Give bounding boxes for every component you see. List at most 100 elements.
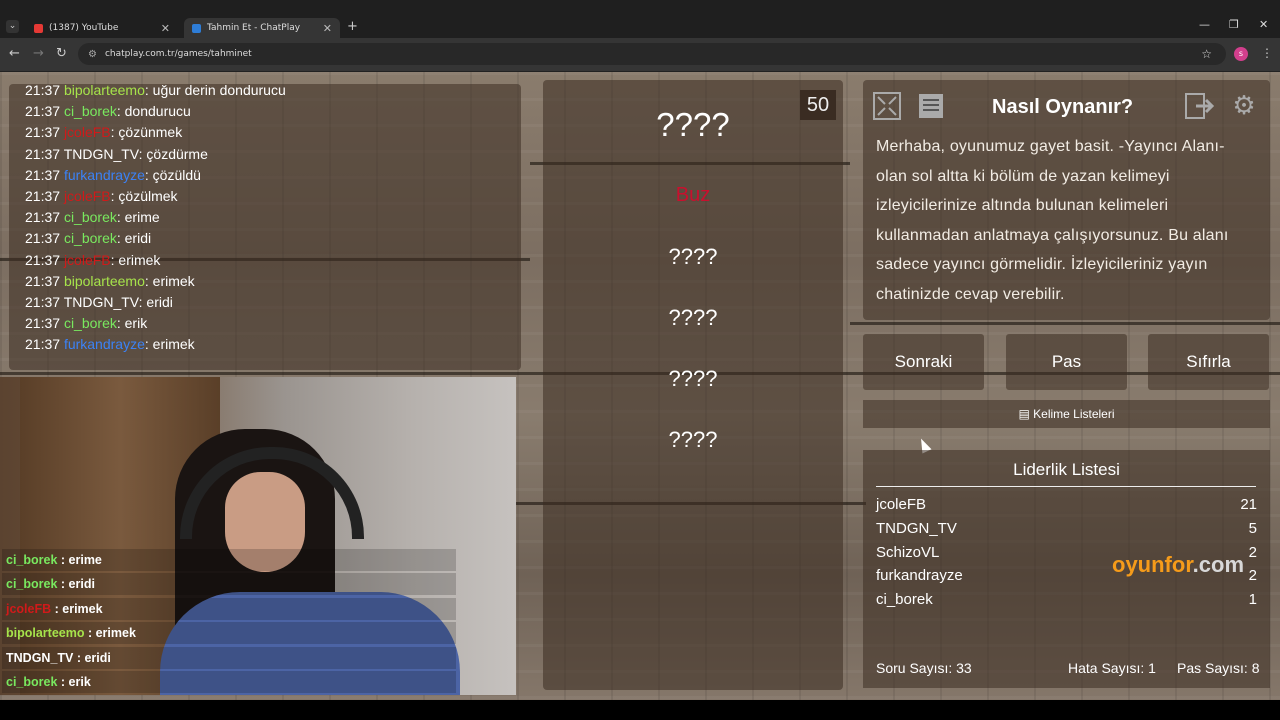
- leaderboard-points: 21: [1240, 496, 1257, 513]
- chat-time: 21:37: [25, 336, 61, 353]
- cam-chat-line: ci_borek : eridi: [2, 573, 456, 596]
- chat-time: 21:37: [25, 166, 61, 183]
- chat-username[interactable]: bipolarteemo: [64, 84, 145, 98]
- chat-username[interactable]: jcoleFB: [64, 124, 111, 140]
- leaderboard-row: jcoleFB 21: [876, 496, 1257, 513]
- chat-username[interactable]: ci_borek: [64, 209, 117, 225]
- forbidden-word-4: ????: [668, 427, 718, 452]
- chat-text: eridi: [124, 230, 152, 247]
- document-icon[interactable]: [916, 91, 946, 121]
- chat-time: 21:37: [25, 230, 61, 247]
- address-bar: ← → ↻ ⚙ chatplay.com.tr/games/tahminet ☆…: [0, 38, 1280, 72]
- chat-username[interactable]: TNDGN_TV: [64, 294, 139, 310]
- cam-chat-username: bipolarteemo: [6, 626, 85, 641]
- chat-text: erik: [124, 315, 148, 332]
- leaderboard-points: 1: [1248, 591, 1257, 609]
- game-page: 21:37 bipolarteemo: uğur derin dondurucu…: [0, 72, 1280, 700]
- chat-text: çözüldü: [152, 166, 201, 183]
- chat-text: çözünmek: [118, 124, 183, 141]
- chat-message: 21:37 TNDGN_TV: çözdürme: [25, 145, 208, 162]
- pass-button[interactable]: Pas: [1006, 334, 1127, 390]
- cam-chat-text: erimek: [62, 601, 103, 616]
- cam-chat-username: ci_borek: [6, 577, 58, 592]
- forward-icon[interactable]: →: [33, 46, 44, 61]
- question-count: Soru Sayısı: 33: [876, 660, 972, 676]
- chat-username[interactable]: ci_borek: [64, 315, 117, 331]
- profile-avatar[interactable]: s: [1234, 47, 1248, 61]
- chat-username[interactable]: jcoleFB: [64, 252, 111, 268]
- back-icon[interactable]: ←: [9, 46, 20, 61]
- chat-text: erime: [124, 209, 160, 226]
- chat-text: erimek: [152, 272, 195, 289]
- pass-count: Pas Sayısı: 8: [1177, 660, 1260, 676]
- error-count: Hata Sayısı: 1: [1068, 660, 1156, 676]
- cam-chat-line: ci_borek : erime: [2, 549, 456, 571]
- word-lists-button[interactable]: ▤ Kelime Listeleri: [863, 400, 1270, 428]
- cam-chat-line: bipolarteemo : erimek: [2, 622, 456, 645]
- chat-text: erimek: [118, 251, 161, 268]
- tab-youtube[interactable]: (1387) YouTube ✕: [26, 18, 178, 38]
- chat-username[interactable]: ci_borek: [64, 230, 117, 246]
- secret-word: ????: [656, 106, 730, 143]
- close-tab-icon[interactable]: ✕: [323, 22, 332, 35]
- chat-message: 21:37 bipolarteemo: erimek: [25, 272, 195, 289]
- chat-text: dondurucu: [124, 103, 191, 120]
- forbidden-word-2: ????: [668, 305, 718, 330]
- chat-time: 21:37: [25, 315, 61, 332]
- tab-bar: ⌄ (1387) YouTube ✕ Tahmin Et - ChatPlay …: [0, 0, 1280, 38]
- leaderboard-points: 2: [1248, 543, 1257, 561]
- leaderboard-name: TNDGN_TV: [876, 519, 957, 537]
- gear-icon[interactable]: ⚙: [1229, 91, 1259, 121]
- chat-message: 21:37 jcoleFB: erimek: [25, 251, 161, 268]
- cam-chat-username: ci_borek: [6, 553, 58, 567]
- chat-username[interactable]: jcoleFB: [64, 188, 111, 204]
- word-lists-label: Kelime Listeleri: [1033, 407, 1115, 421]
- reload-icon[interactable]: ↻: [56, 46, 67, 61]
- close-tab-icon[interactable]: ✕: [161, 22, 170, 35]
- next-button[interactable]: Sonraki: [863, 334, 984, 390]
- fullscreen-icon[interactable]: [872, 91, 902, 121]
- chat-username[interactable]: furkandrayze: [64, 336, 145, 352]
- new-tab-icon[interactable]: +: [347, 19, 358, 34]
- chat-message: 21:37 ci_borek: eridi: [25, 230, 152, 247]
- site-info-icon[interactable]: ⚙: [88, 49, 97, 60]
- chat-time: 21:37: [25, 251, 61, 268]
- exit-icon[interactable]: [1184, 91, 1215, 121]
- chat-time: 21:37: [25, 124, 61, 141]
- window-close-icon[interactable]: ✕: [1259, 18, 1268, 31]
- url-field[interactable]: ⚙ chatplay.com.tr/games/tahminet ☆: [78, 43, 1226, 65]
- chatplay-favicon-icon: [192, 23, 201, 33]
- cam-chat-text: erime: [68, 553, 102, 567]
- leaderboard-points: 5: [1248, 519, 1257, 537]
- chat-text: uğur derin dondurucu: [152, 84, 286, 98]
- maximize-icon[interactable]: ❐: [1229, 18, 1239, 31]
- reset-button[interactable]: Sıfırla: [1148, 334, 1269, 390]
- chat-username[interactable]: ci_borek: [64, 103, 117, 119]
- chat-username[interactable]: bipolarteemo: [64, 273, 145, 289]
- leaderboard-row: TNDGN_TV 5: [876, 520, 1257, 537]
- tab-search-button[interactable]: ⌄: [6, 20, 19, 33]
- forbidden-word-3: ????: [668, 366, 718, 391]
- chat-text: eridi: [146, 294, 173, 310]
- chat-text: çözülmek: [118, 188, 178, 204]
- cam-chat-text: eridi: [84, 650, 111, 665]
- chat-text: erimek: [152, 336, 195, 353]
- cam-chat-line: ci_borek : erik: [2, 671, 456, 693]
- browser-menu-icon[interactable]: ⋮: [1261, 46, 1273, 60]
- bookmark-star-icon[interactable]: ☆: [1201, 47, 1212, 61]
- cam-chat-username: TNDGN_TV: [6, 650, 74, 665]
- chat-username[interactable]: TNDGN_TV: [64, 146, 139, 162]
- chat-username[interactable]: furkandrayze: [64, 167, 145, 183]
- leaderboard-name: SchizoVL: [876, 543, 940, 561]
- chat-time: 21:37: [25, 209, 61, 226]
- chat-message: 21:37 jcoleFB: çözünmek: [25, 124, 183, 141]
- answer-word: Buz: [675, 184, 711, 206]
- cam-chat-line: jcoleFB : erimek: [2, 597, 456, 620]
- oyunfor-watermark: oyunfor.com: [1112, 552, 1245, 577]
- tab-chatplay[interactable]: Tahmin Et - ChatPlay ✕: [184, 18, 340, 38]
- minimize-icon[interactable]: —: [1199, 18, 1210, 31]
- chat-time: 21:37: [25, 188, 61, 204]
- leaderboard-name: furkandrayze: [876, 567, 963, 585]
- chat-time: 21:37: [25, 84, 61, 98]
- chat-message: 21:37 ci_borek: erik: [25, 315, 148, 332]
